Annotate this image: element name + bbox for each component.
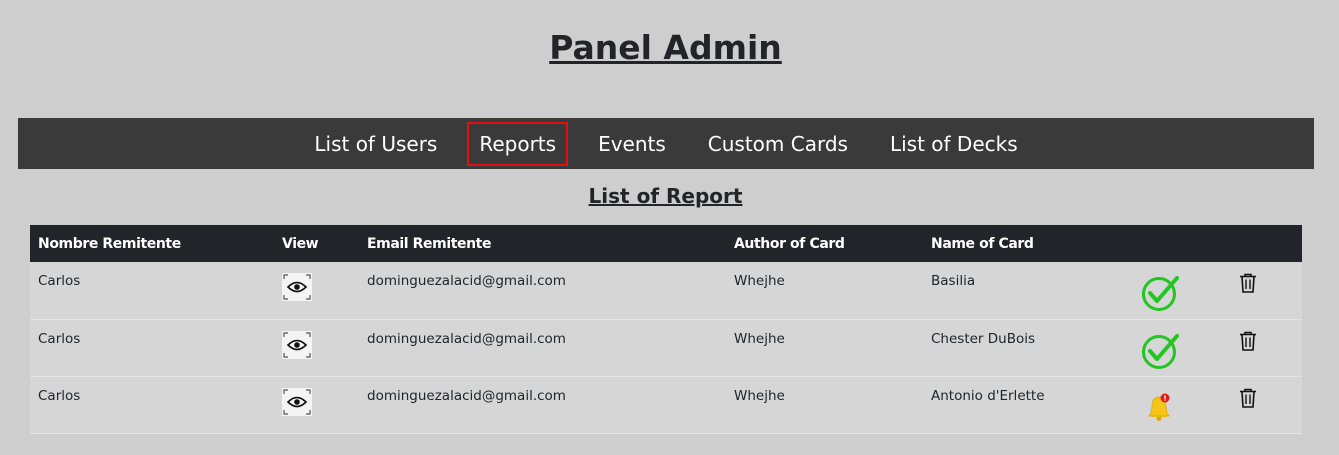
card-name: Antonio d'Erlette (923, 376, 1141, 434)
sender-email: dominguezalacid@gmail.com (359, 319, 726, 377)
view-report-button[interactable] (282, 330, 312, 359)
section-title: List of Report (588, 184, 743, 208)
eye-icon (283, 331, 311, 358)
view-cell (274, 319, 359, 377)
view-cell (274, 262, 359, 320)
column-header-view: View (274, 225, 359, 262)
column-header-status (1141, 225, 1231, 262)
main-navbar: List of Users Reports Events Custom Card… (18, 118, 1314, 169)
check-icon[interactable] (1141, 332, 1179, 370)
view-cell (274, 376, 359, 434)
column-header-email: Email Remitente (359, 225, 726, 262)
nav-item-events[interactable]: Events (586, 122, 678, 166)
card-author: Whejhe (726, 319, 923, 377)
trash-icon[interactable] (1239, 273, 1257, 297)
trash-icon[interactable] (1239, 388, 1257, 412)
card-name: Chester DuBois (923, 319, 1141, 377)
nav-item-custom-cards[interactable]: Custom Cards (696, 122, 860, 166)
card-name: Basilia (923, 262, 1141, 320)
actions-cell (1231, 376, 1302, 434)
status-cell (1141, 319, 1231, 377)
actions-cell (1231, 319, 1302, 377)
sender-name: Carlos (30, 376, 274, 434)
reports-table: Nombre Remitente View Email Remitente Au… (30, 225, 1302, 434)
page-title: Panel Admin (549, 28, 782, 67)
table-row: Carlos dominguezalacid@gmail.com Whejhe … (30, 319, 1302, 377)
nav-item-list-of-users[interactable]: List of Users (302, 122, 449, 166)
column-header-author: Author of Card (726, 225, 923, 262)
sender-name: Carlos (30, 319, 274, 377)
column-header-card-name: Name of Card (923, 225, 1141, 262)
table-row: Carlos dominguezalacid@gmail.com Whejhe … (30, 376, 1302, 434)
sender-name: Carlos (30, 262, 274, 320)
eye-icon (283, 388, 311, 415)
table-row: Carlos dominguezalacid@gmail.com Whejhe … (30, 262, 1302, 320)
column-header-actions (1231, 225, 1302, 262)
view-report-button[interactable] (282, 387, 312, 416)
eye-icon (283, 274, 311, 300)
card-author: Whejhe (726, 262, 923, 320)
trash-icon[interactable] (1239, 331, 1257, 355)
nav-item-reports[interactable]: Reports (467, 121, 569, 166)
status-cell (1141, 262, 1231, 320)
status-cell (1141, 376, 1231, 434)
sender-email: dominguezalacid@gmail.com (359, 262, 726, 320)
table-header-row: Nombre Remitente View Email Remitente Au… (30, 225, 1302, 262)
check-icon[interactable] (1141, 274, 1179, 312)
nav-item-list-of-decks[interactable]: List of Decks (878, 122, 1030, 166)
actions-cell (1231, 262, 1302, 320)
view-report-button[interactable] (282, 273, 312, 301)
bell-notification-icon[interactable] (1141, 389, 1179, 427)
sender-email: dominguezalacid@gmail.com (359, 376, 726, 434)
column-header-sender: Nombre Remitente (30, 225, 274, 262)
card-author: Whejhe (726, 376, 923, 434)
